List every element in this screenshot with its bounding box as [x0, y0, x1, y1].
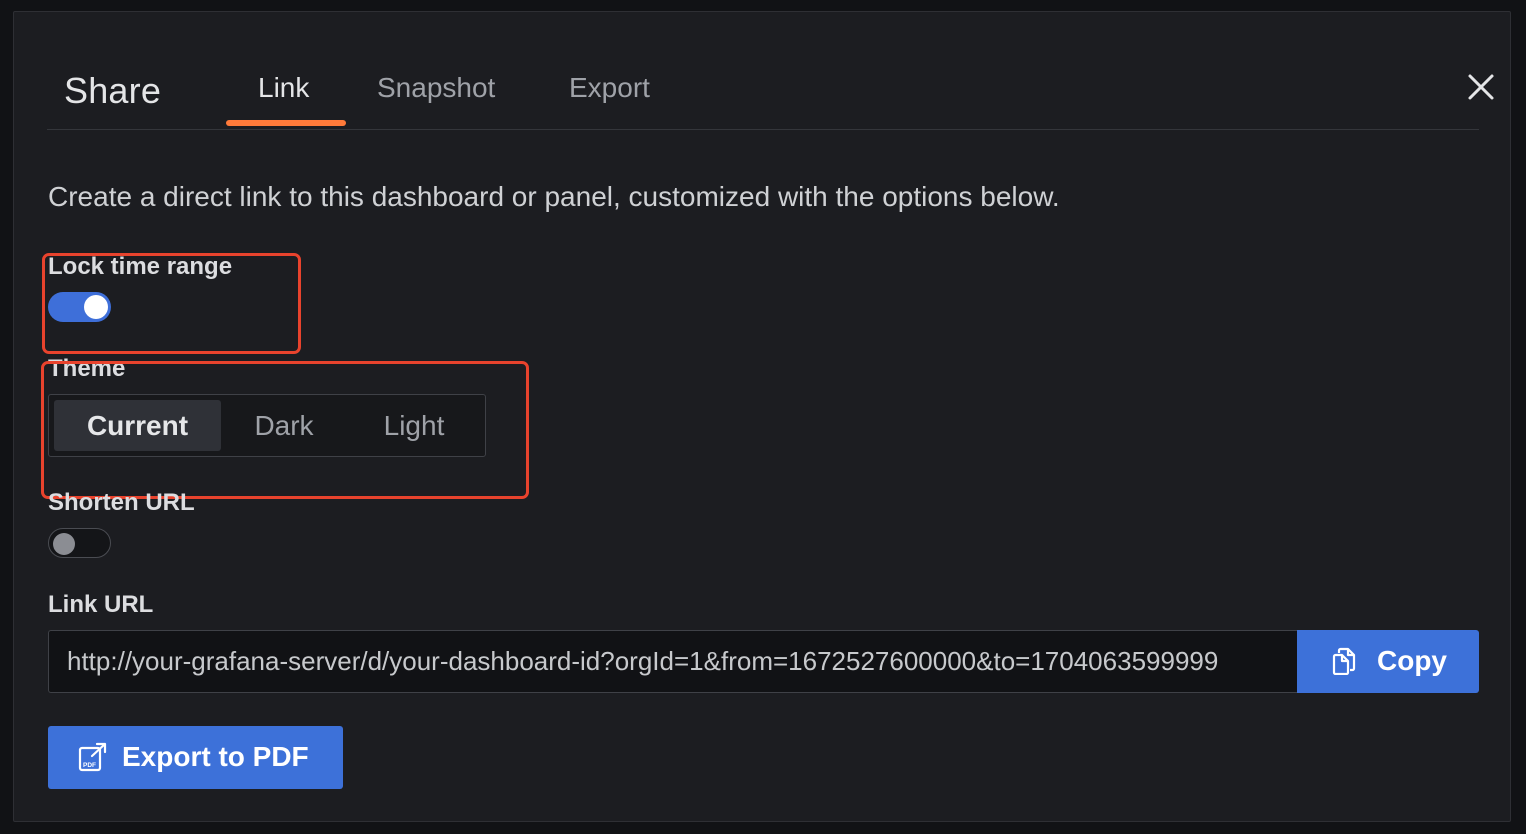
copy-button[interactable]: Copy: [1297, 630, 1479, 693]
modal-header: Share Link Snapshot Export: [47, 12, 1494, 130]
close-button[interactable]: [1464, 70, 1500, 106]
export-to-pdf-button[interactable]: PDF Export to PDF: [48, 726, 343, 789]
pdf-export-icon: PDF: [78, 742, 107, 772]
theme-option-dark[interactable]: Dark: [229, 400, 339, 451]
shorten-url-toggle[interactable]: [48, 528, 111, 558]
lock-time-range-toggle[interactable]: [48, 292, 111, 322]
close-icon: [1468, 74, 1494, 100]
shorten-url-label: Shorten URL: [48, 489, 195, 516]
theme-option-light[interactable]: Light: [349, 400, 479, 451]
active-tab-indicator: [226, 120, 346, 126]
link-url-label: Link URL: [48, 591, 154, 618]
svg-text:PDF: PDF: [83, 762, 96, 769]
lock-time-range-label: Lock time range: [48, 253, 233, 280]
export-to-pdf-label: Export to PDF: [122, 741, 309, 772]
link-description: Create a direct link to this dashboard o…: [48, 181, 1060, 212]
copy-icon: [1332, 647, 1356, 675]
theme-radio-group: Current Dark Light: [48, 394, 486, 457]
tab-export[interactable]: Export: [569, 72, 650, 104]
share-modal: Share Link Snapshot Export Create a dire…: [13, 11, 1511, 822]
copy-button-label: Copy: [1377, 645, 1447, 676]
link-url-input[interactable]: [48, 630, 1298, 693]
toggle-knob: [84, 295, 108, 319]
tab-snapshot[interactable]: Snapshot: [377, 72, 495, 104]
theme-label: Theme: [48, 355, 126, 382]
toggle-knob: [53, 532, 75, 555]
modal-title: Share: [64, 70, 162, 111]
tab-link[interactable]: Link: [258, 72, 309, 104]
theme-option-current[interactable]: Current: [54, 400, 221, 451]
